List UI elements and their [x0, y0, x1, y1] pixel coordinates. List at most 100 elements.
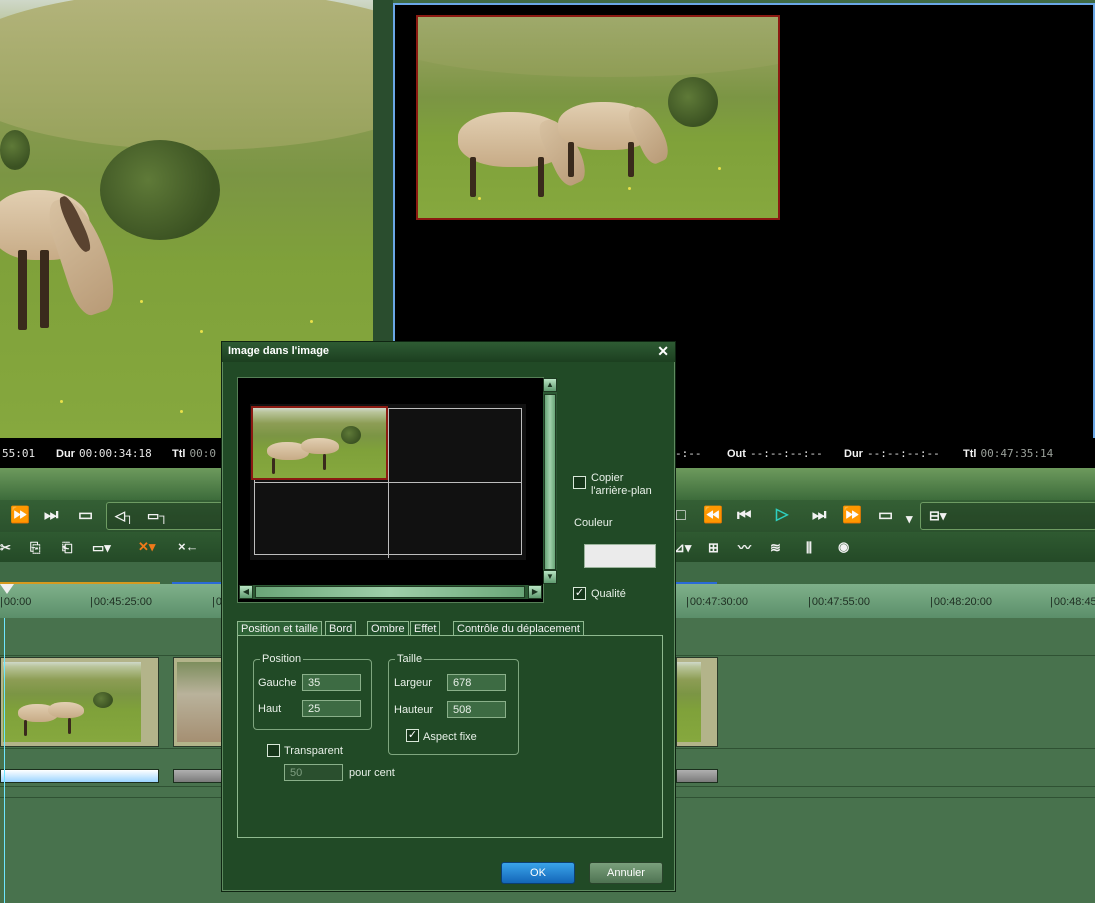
fast-forward-icon[interactable]: ⏩: [10, 506, 30, 526]
scissors-icon[interactable]: ✂: [0, 538, 11, 558]
video-clip[interactable]: [173, 657, 223, 747]
left-input[interactable]: 35: [302, 674, 361, 691]
width-input[interactable]: 678: [447, 674, 506, 691]
prev-frame-icon[interactable]: ⏮: [737, 506, 751, 526]
recorder-total: Ttl 00:47:35:14: [963, 447, 1054, 460]
ruler-tick: 00:48:45: [1050, 596, 1095, 608]
size-legend: Taille: [395, 653, 425, 665]
scroll-down-icon[interactable]: ▼: [543, 570, 557, 584]
recorder-controls-group: ⊟▾: [920, 502, 1095, 530]
chevron-down-icon[interactable]: ▾: [906, 509, 913, 529]
loop-icon[interactable]: ▭: [878, 506, 893, 526]
video-clip[interactable]: [0, 657, 159, 747]
recorder-duration: Dur --:--:--:--: [844, 447, 940, 460]
scroll-left-icon[interactable]: ◀: [239, 585, 253, 599]
source-timecode: 55:01: [2, 447, 36, 460]
next-frame-icon[interactable]: ⏭: [812, 506, 826, 526]
top-input[interactable]: 25: [302, 700, 361, 717]
top-label: Haut: [258, 703, 282, 715]
height-label: Hauteur: [394, 704, 434, 716]
grid-icon[interactable]: ⊞: [708, 538, 719, 558]
clip-thumbnail: [177, 662, 222, 742]
delete-icon[interactable]: ✕▾: [138, 537, 155, 557]
color-label: Couleur: [574, 517, 613, 529]
aspect-label: Aspect fixe: [423, 731, 477, 743]
transparency-input[interactable]: 50: [284, 764, 343, 781]
vertical-scroll-thumb[interactable]: [544, 394, 556, 570]
stop-icon[interactable]: □: [676, 506, 686, 526]
clip-thumbnail: [3, 662, 141, 742]
ruler-tick: 00:48:20:00: [930, 596, 992, 608]
rewind-icon[interactable]: ⏪: [703, 506, 723, 526]
percent-label: pour cent: [349, 767, 395, 779]
video-clip[interactable]: [676, 657, 718, 747]
horse-figure: [267, 438, 347, 478]
height-input[interactable]: 508: [447, 701, 506, 718]
loop-icon[interactable]: ▭: [78, 506, 93, 526]
close-icon[interactable]: ✕: [657, 343, 669, 360]
recorder-out-timecode: Out --:--:--:--: [727, 447, 823, 460]
play-icon[interactable]: ▷: [776, 505, 788, 525]
waveform-icon[interactable]: 〰: [738, 538, 751, 558]
copy-background-checkbox[interactable]: [573, 476, 586, 489]
preview-vertical-scrollbar[interactable]: ▲ ▼: [543, 378, 557, 584]
clip-bar[interactable]: [173, 769, 223, 783]
ruler-tick: 00:47:30:00: [686, 596, 748, 608]
scroll-right-icon[interactable]: ▶: [528, 585, 542, 599]
sliders-icon[interactable]: ⫼: [806, 538, 812, 558]
color-wheel-icon[interactable]: ◉: [838, 537, 849, 557]
horse-figure: [0, 180, 123, 340]
mark-out-icon[interactable]: ▭┐: [147, 506, 169, 526]
insert-icon[interactable]: ⊿▾: [674, 538, 691, 558]
size-group: Taille Largeur 678 Hauteur 508 ✓ Aspect …: [388, 653, 519, 755]
aspect-checkbox[interactable]: ✓: [406, 729, 419, 742]
preview-horizontal-scrollbar[interactable]: ◀ ▶: [239, 585, 542, 599]
quality-checkbox[interactable]: ✓: [573, 587, 586, 600]
copy-background-label: Copier: [591, 472, 624, 484]
transparent-checkbox[interactable]: [267, 744, 280, 757]
pip-frame[interactable]: [251, 406, 388, 480]
ruler-tick: 00:47:55:00: [808, 596, 870, 608]
next-frame-icon[interactable]: ⏭: [44, 506, 58, 526]
ruler-tick: 00:45:25:00: [90, 596, 152, 608]
recorder-in-timecode: -:--: [675, 447, 702, 460]
color-swatch[interactable]: [584, 544, 656, 568]
fast-forward-icon[interactable]: ⏩: [842, 506, 862, 526]
cancel-button[interactable]: Annuler: [589, 862, 663, 884]
paste-icon[interactable]: ⎗: [62, 538, 72, 558]
source-total: Ttl 00:0: [172, 447, 216, 460]
quality-label: Qualité: [591, 588, 626, 600]
dialog-title: Image dans l'image: [228, 345, 330, 357]
playhead-marker[interactable]: [0, 584, 14, 594]
horizontal-scroll-thumb[interactable]: [255, 586, 525, 598]
ok-button[interactable]: OK: [501, 862, 575, 884]
clip-bar-selected[interactable]: [0, 769, 159, 783]
ruler-tick: 00:00: [0, 596, 32, 608]
playhead-line: [4, 618, 5, 903]
audio-mixer-icon[interactable]: ≋: [770, 538, 781, 558]
horse-figure: [558, 92, 678, 182]
left-label: Gauche: [258, 677, 297, 689]
tab-panel-position-size: Position Gauche 35 Haut 25 Taille Largeu…: [237, 635, 663, 838]
pip-overlay-image: [416, 15, 780, 220]
mark-in-icon[interactable]: ◁┐: [115, 506, 134, 526]
position-group: Position Gauche 35 Haut 25: [253, 653, 372, 730]
clip-thumbnail: [677, 662, 701, 742]
mark-icon[interactable]: ⊟▾: [929, 506, 946, 526]
copy-icon[interactable]: ⎘: [30, 538, 40, 558]
transparent-label: Transparent: [284, 745, 343, 757]
source-controls-group: ◁┐ ▭┐: [106, 502, 223, 530]
position-legend: Position: [260, 653, 304, 665]
width-label: Largeur: [394, 677, 432, 689]
source-duration: Dur 00:00:34:18: [56, 447, 152, 460]
dialog-titlebar[interactable]: Image dans l'image ✕: [222, 342, 675, 362]
pip-dialog: Image dans l'image ✕ ▲ ▼ ◀ ▶ Copier l'ar…: [221, 341, 676, 892]
scroll-up-icon[interactable]: ▲: [543, 378, 557, 392]
copy-background-label: l'arrière-plan: [591, 485, 652, 497]
book-icon[interactable]: ▭▾: [92, 538, 111, 558]
pip-layout-preview[interactable]: [237, 377, 544, 603]
preview-canvas: [250, 404, 526, 560]
ripple-delete-icon[interactable]: ×←: [178, 537, 199, 557]
clip-bar[interactable]: [676, 769, 718, 783]
horse-figure: [18, 702, 88, 742]
